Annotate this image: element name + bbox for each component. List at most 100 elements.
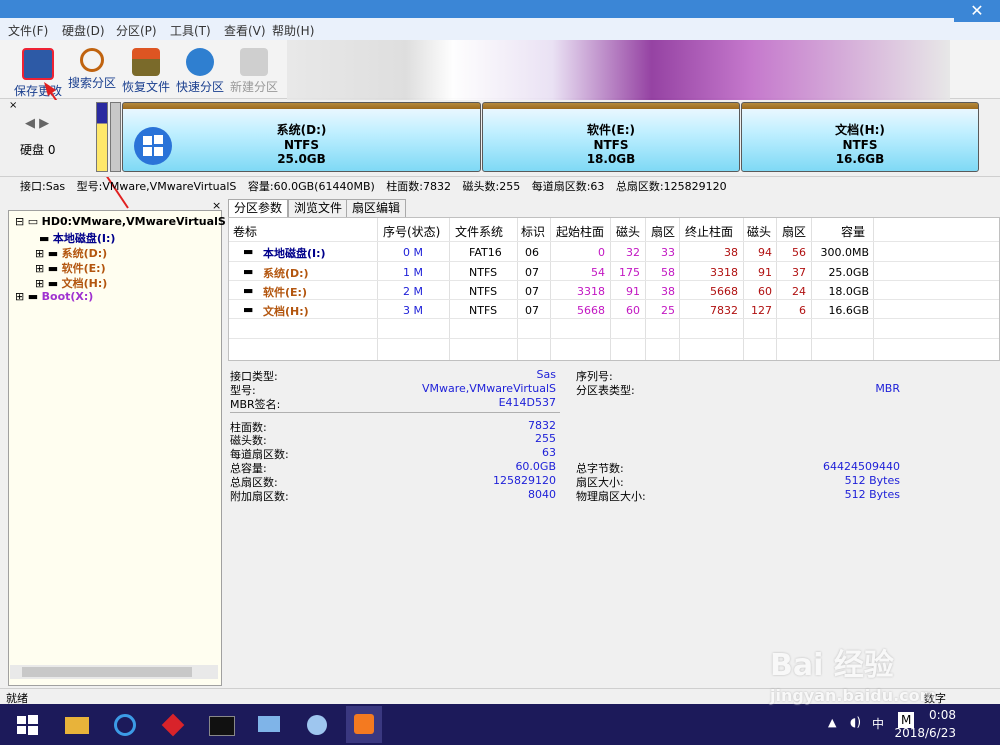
network-computer-icon[interactable] xyxy=(254,710,284,740)
menu-help[interactable]: 帮助(H) xyxy=(272,22,314,39)
row-start-head: 60 xyxy=(626,304,640,317)
watermark-url: jingyan.baidu.com xyxy=(770,686,937,705)
quick-partition-icon xyxy=(186,48,214,76)
row-start-sector: 38 xyxy=(661,285,675,298)
tab-partition-params[interactable]: 分区参数 xyxy=(228,199,289,217)
menu-disk[interactable]: 硬盘(D) xyxy=(62,22,105,39)
table-row[interactable]: ▬ 软件(E:) 2 M NTFS 07 3318 91 38 5668 60 … xyxy=(229,280,999,300)
col-header-label[interactable]: 卷标 xyxy=(233,223,257,240)
tree-item-label: 系统(D:) xyxy=(61,247,108,260)
tab-browse-files[interactable]: 浏览文件 xyxy=(288,199,349,217)
menu-tools[interactable]: 工具(T) xyxy=(170,22,211,39)
detail-value: VMware,VMwareVirtualS xyxy=(421,382,556,395)
col-header-end-cyl[interactable]: 终止柱面 xyxy=(685,223,733,240)
paint-icon[interactable] xyxy=(302,710,332,740)
ie-browser-icon[interactable] xyxy=(110,710,140,740)
row-fs: NTFS xyxy=(469,266,498,279)
detail-value: Sas xyxy=(536,368,556,381)
row-id: 07 xyxy=(525,266,539,279)
diskgenius-taskbar-icon[interactable] xyxy=(346,706,382,743)
blurred-banner xyxy=(287,40,950,104)
row-capacity: 300.0MB xyxy=(820,246,869,259)
partition-drive-icon: ▬ xyxy=(243,284,254,297)
disk-nav-arrows-icon[interactable]: ◀ ▶ xyxy=(25,116,49,131)
disk-info-line: 接口:Sas 型号:VMware,VMwareVirtualS 容量:60.0G… xyxy=(20,178,735,194)
new-partition-label: 新建分区 xyxy=(229,80,278,94)
tree-local-label: 本地磁盘(I:) xyxy=(52,232,116,245)
disk-tree: ⊟ ▭ HD0:VMware,VMwareVirtualS ▬ 本地磁盘(I:)… xyxy=(8,210,226,686)
partition-software[interactable]: 软件(E:) NTFS 18.0GB xyxy=(482,102,740,172)
col-header-end-head[interactable]: 磁头 xyxy=(747,223,771,240)
row-start-head: 175 xyxy=(619,266,640,279)
file-explorer-icon[interactable] xyxy=(62,710,92,740)
col-header-start-head[interactable]: 磁头 xyxy=(616,223,640,240)
col-header-capacity[interactable]: 容量 xyxy=(841,223,865,240)
table-row[interactable]: ▬ 文档(H:) 3 M NTFS 07 5668 60 25 7832 127… xyxy=(229,299,999,319)
col-header-seq[interactable]: 序号(状态) xyxy=(383,223,440,240)
col-header-end-sector[interactable]: 扇区 xyxy=(782,223,806,240)
col-header-id[interactable]: 标识 xyxy=(521,223,545,240)
col-header-start-cyl[interactable]: 起始柱面 xyxy=(556,223,604,240)
partition-table: 卷标 序号(状态) 文件系统 标识 起始柱面 磁头 扇区 终止柱面 磁头 扇区 … xyxy=(228,217,1000,361)
tree-node-software[interactable]: ⊞ ▬ 软件(E:) xyxy=(35,260,106,275)
detail-value: MBR xyxy=(875,382,900,395)
row-start-head: 91 xyxy=(626,285,640,298)
partition-system[interactable]: 系统(D:) NTFS 25.0GB xyxy=(122,102,481,172)
row-capacity: 16.6GB xyxy=(828,304,869,317)
close-icon[interactable]: × xyxy=(9,100,17,111)
col-header-fs[interactable]: 文件系统 xyxy=(455,223,503,240)
disk-label: 硬盘 0 xyxy=(20,143,56,157)
quick-partition-label: 快速分区 xyxy=(175,80,224,94)
tab-sector-edit[interactable]: 扇区编辑 xyxy=(346,199,407,217)
details-separator xyxy=(230,412,560,413)
drive-icon: ▬ xyxy=(39,232,50,245)
tree-node-disk[interactable]: ⊟ ▭ HD0:VMware,VMwareVirtualS xyxy=(15,215,226,230)
tree-node-system[interactable]: ⊞ ▬ 系统(D:) xyxy=(35,245,107,260)
partition-docs[interactable]: 文档(H:) NTFS 16.6GB xyxy=(741,102,979,172)
detail-label: MBR签名: xyxy=(230,398,281,411)
detail-value: 125829120 xyxy=(493,474,556,487)
table-row[interactable]: ▬ 本地磁盘(I:) 0 M FAT16 06 0 32 33 38 94 56… xyxy=(229,241,999,261)
row-start-sector: 58 xyxy=(661,266,675,279)
partition-drive-icon: ▬ xyxy=(243,303,254,316)
row-seq: 3 M xyxy=(403,304,423,317)
menu-view[interactable]: 查看(V) xyxy=(224,22,266,39)
detail-value: E414D537 xyxy=(498,396,556,409)
new-partition-button[interactable]: 新建分区 xyxy=(225,44,283,96)
row-seq: 1 M xyxy=(403,266,423,279)
drive-icon: ▬ xyxy=(47,277,59,290)
title-bar xyxy=(0,0,1000,18)
row-capacity: 25.0GB xyxy=(828,266,869,279)
tree-node-docs[interactable]: ⊞ ▬ 文档(H:) xyxy=(35,275,107,290)
start-windows-icon[interactable] xyxy=(12,710,42,740)
partition-name: 文档(H:) xyxy=(835,123,885,137)
disk-heads: 磁头数:255 xyxy=(462,180,521,193)
partition-drive-icon: ▬ xyxy=(243,265,254,278)
tree-horizontal-scrollbar[interactable] xyxy=(10,665,218,679)
drive-icon: ▬ xyxy=(27,290,39,303)
disk-total-sectors: 总扇区数:125829120 xyxy=(615,180,727,193)
menu-bar: 文件(F) 硬盘(D) 分区(P) 工具(T) 查看(V) 帮助(H) xyxy=(0,18,1000,41)
tree-node-boot[interactable]: ⊞ ▬ Boot(X:) xyxy=(15,290,93,305)
tree-boot-label: Boot(X:) xyxy=(41,290,94,303)
col-header-start-sector[interactable]: 扇区 xyxy=(651,223,675,240)
partition-drive-icon: ▬ xyxy=(243,245,254,258)
tree-node-local[interactable]: ▬ 本地磁盘(I:) xyxy=(39,230,115,245)
partition-name: 软件(E:) xyxy=(587,123,635,137)
row-start-sector: 33 xyxy=(661,246,675,259)
row-fs: FAT16 xyxy=(469,246,502,259)
close-button[interactable]: ✕ xyxy=(954,0,1000,22)
small-partition-bar[interactable] xyxy=(96,102,108,172)
row-name: 文档(H:) xyxy=(263,305,309,318)
row-seq: 2 M xyxy=(403,285,423,298)
app-red-icon[interactable] xyxy=(158,710,188,740)
menu-file[interactable]: 文件(F) xyxy=(8,22,48,39)
detail-value: 64424509440 xyxy=(823,460,900,473)
table-row[interactable]: ▬ 系统(D:) 1 M NTFS 07 54 175 58 3318 91 3… xyxy=(229,261,999,281)
row-start-head: 32 xyxy=(626,246,640,259)
free-space-bar[interactable] xyxy=(110,102,121,172)
partition-name: 系统(D:) xyxy=(276,123,327,137)
terminal-icon[interactable] xyxy=(206,710,236,740)
menu-partition[interactable]: 分区(P) xyxy=(116,22,157,39)
quick-partition-button[interactable]: 快速分区 xyxy=(171,44,229,96)
